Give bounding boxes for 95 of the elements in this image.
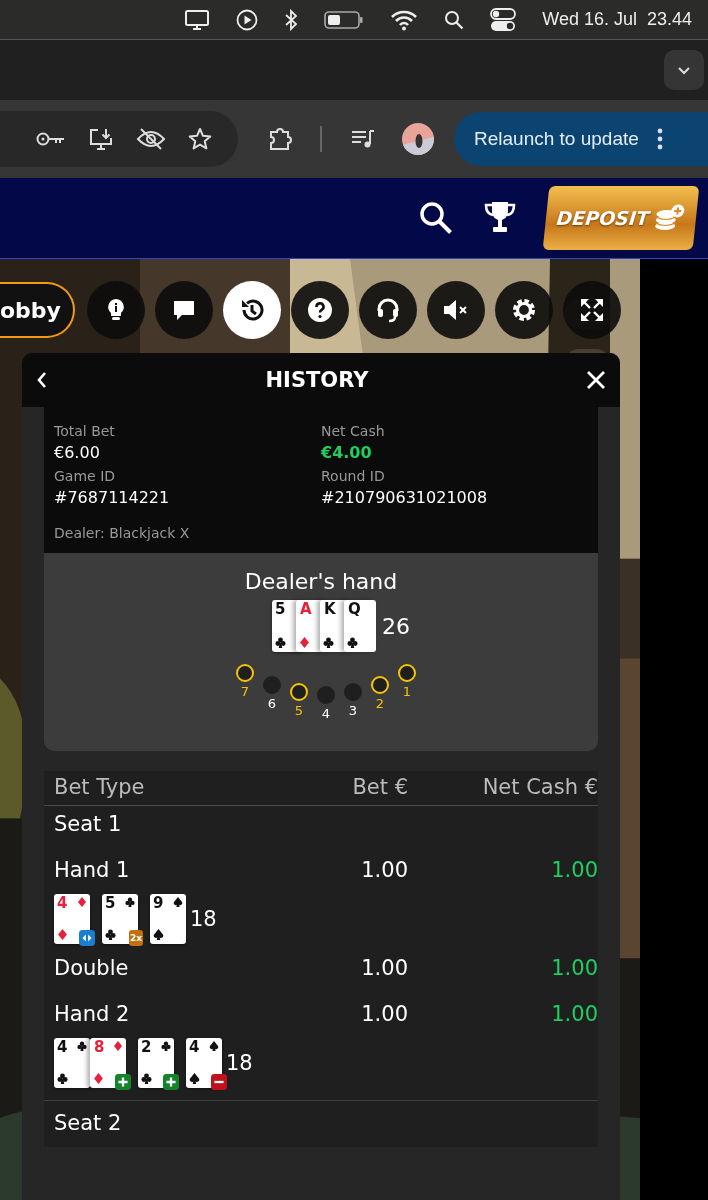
bet-type-cell-text: Hand 2 — [54, 1002, 131, 1026]
seat-number: 2 — [375, 696, 385, 711]
bet-type-cell-text: Double — [54, 956, 130, 980]
diamond-suit-icon — [77, 897, 87, 907]
seat-number: 7 — [240, 684, 250, 699]
key-icon[interactable] — [36, 130, 66, 148]
mute-icon — [442, 298, 470, 322]
club-suit-icon — [161, 1041, 171, 1051]
bet-cell-text: 1.00 — [360, 858, 408, 882]
club-suit-icon — [347, 637, 358, 648]
bluetooth-icon[interactable] — [284, 8, 299, 31]
back-button[interactable] — [36, 371, 48, 389]
menu-bar-date: Wed 16. Jul — [542, 9, 637, 30]
club-suit-icon — [125, 897, 135, 907]
club-suit-icon — [57, 1073, 68, 1084]
help-icon — [307, 297, 333, 323]
settings-icon — [511, 297, 537, 323]
column-header: Bet € — [351, 775, 408, 799]
extensions-icon[interactable] — [268, 126, 294, 152]
column-header: Net Cash € — [481, 775, 598, 799]
display-icon[interactable] — [184, 8, 211, 31]
spade-suit-icon — [209, 1041, 219, 1051]
club-suit-icon — [77, 1041, 87, 1051]
dealer-name: Dealer: Blackjack X — [54, 525, 191, 541]
profile-avatar-icon[interactable] — [402, 123, 434, 155]
club-suit-icon — [323, 637, 334, 648]
hand-total: 18 — [190, 907, 217, 931]
spade-suit-icon — [189, 1073, 200, 1084]
media-controls-icon[interactable] — [350, 128, 376, 150]
bet-cell-text: 1.00 — [360, 956, 408, 980]
seat-number: 3 — [348, 703, 358, 718]
bet-type-cell-text: Hand 1 — [54, 858, 131, 882]
net-cash-cell-text: 1.00 — [550, 1002, 598, 1026]
seat-number: 4 — [321, 706, 331, 721]
column-header: Bet Type — [54, 775, 146, 799]
diamond-suit-icon — [113, 1041, 123, 1051]
split-badge-icon — [79, 930, 95, 946]
summary-label: Game ID — [54, 468, 117, 484]
summary-label: Net Cash — [321, 423, 386, 439]
hand-total: 18 — [226, 1051, 253, 1075]
summary-value: €4.00 — [321, 443, 373, 462]
seat-label: Seat 2 — [54, 1111, 123, 1135]
close-button[interactable] — [586, 370, 606, 390]
menu-bar-time: 23.44 — [646, 9, 692, 30]
seat-number: 5 — [294, 703, 304, 718]
plus-badge-icon — [163, 1074, 179, 1090]
hand-total: 26 — [382, 613, 410, 639]
diamond-suit-icon — [299, 637, 310, 648]
seat-number: 6 — [267, 696, 277, 711]
battery-icon[interactable] — [324, 9, 365, 30]
more-icon — [656, 128, 663, 150]
club-suit-icon — [105, 929, 116, 940]
plus-badge-icon — [115, 1074, 131, 1090]
search-icon[interactable] — [444, 9, 465, 30]
playing-card: 9 — [150, 894, 186, 944]
close-icon — [586, 370, 606, 390]
fullscreen-icon — [579, 297, 605, 323]
summary-label: Round ID — [321, 468, 386, 484]
spade-suit-icon — [173, 897, 183, 907]
wifi-icon[interactable] — [390, 8, 419, 31]
summary-label: Total Bet — [54, 423, 116, 439]
headset-icon — [375, 297, 401, 323]
seat-label: Seat 1 — [54, 812, 123, 836]
bet-cell-text: 1.00 — [360, 1002, 408, 1026]
seat-number: 1 — [402, 684, 412, 699]
club-suit-icon — [141, 1073, 152, 1084]
chat-icon — [172, 299, 196, 321]
minus-badge-icon — [211, 1074, 227, 1090]
toggle-icon[interactable] — [490, 7, 517, 32]
lightbulb-icon — [105, 298, 127, 322]
double-badge: 2x — [128, 930, 143, 946]
diamond-suit-icon — [93, 1073, 104, 1084]
chevron-down-icon — [677, 65, 691, 75]
eye-off-icon[interactable] — [136, 127, 166, 151]
search-icon[interactable] — [418, 200, 454, 236]
club-suit-icon — [275, 637, 286, 648]
address-bar[interactable] — [0, 111, 238, 167]
relaunch-button[interactable]: Relaunch to update — [454, 112, 708, 166]
summary-value: #210790631021008 — [321, 488, 489, 507]
star-icon[interactable] — [188, 127, 212, 151]
dealer-hand-title: Dealer's hand — [244, 569, 398, 594]
net-cash-cell-text: 1.00 — [550, 956, 598, 980]
diamond-suit-icon — [57, 929, 68, 940]
playing-card: 4 — [54, 1038, 90, 1088]
summary-value: €6.00 — [54, 443, 101, 462]
history-icon — [239, 297, 265, 323]
panel-title: HISTORY — [265, 368, 369, 392]
install-app-icon[interactable] — [88, 127, 114, 151]
spade-suit-icon — [153, 929, 164, 940]
summary-value: #7687114221 — [54, 488, 171, 507]
play-icon[interactable] — [236, 8, 259, 31]
lobby-button[interactable]: obby — [0, 282, 75, 338]
net-cash-cell-text: 1.00 — [550, 858, 598, 882]
coins-icon — [653, 204, 687, 232]
chevron-left-icon — [36, 371, 48, 389]
